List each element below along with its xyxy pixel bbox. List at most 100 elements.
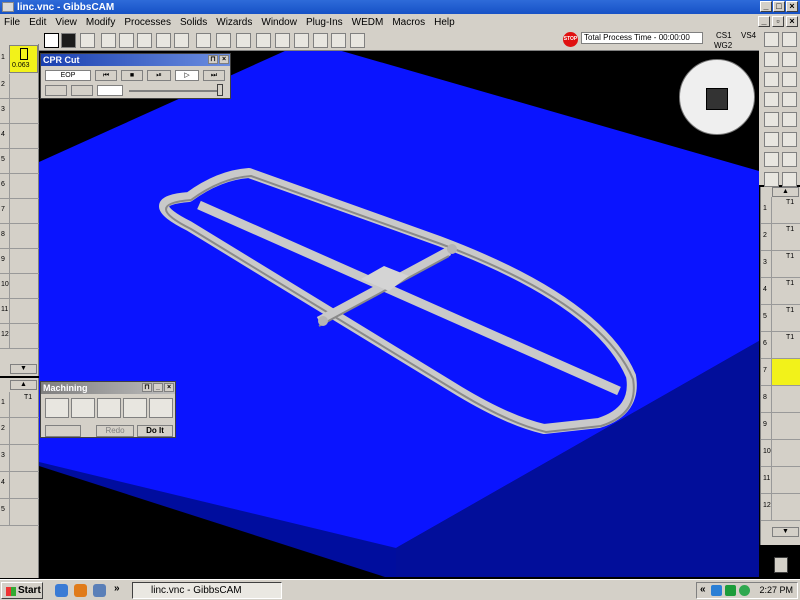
eop-button[interactable]: EOP	[45, 70, 91, 81]
menu-wedm[interactable]: WEDM	[348, 17, 389, 28]
copy-icon[interactable]	[782, 172, 797, 187]
ie-icon[interactable]	[55, 584, 68, 597]
shape-icon[interactable]	[764, 52, 779, 67]
part-view-icon[interactable]	[97, 85, 123, 96]
drill-process-icon[interactable]	[45, 398, 69, 418]
right-op-scroll-down-arrow[interactable]: ▼	[772, 527, 799, 537]
tool-path-icon[interactable]	[764, 72, 779, 87]
eye-icon[interactable]	[764, 112, 779, 127]
op-slot[interactable]: 3 T1	[761, 251, 800, 278]
tool-slot[interactable]: 12	[0, 324, 39, 349]
wg-icon[interactable]	[782, 32, 797, 47]
tool-slot[interactable]: 2	[0, 74, 39, 99]
tool-slot[interactable]: 3	[0, 99, 39, 124]
op-slot[interactable]: 3	[0, 445, 39, 472]
stock-icon[interactable]	[236, 33, 251, 48]
cpr-cut-title-bar[interactable]: CPR Cut ⊓ ×	[41, 54, 230, 66]
op-slot[interactable]: 8	[761, 386, 800, 413]
toolpath-icon[interactable]	[256, 33, 271, 48]
op-slot[interactable]: 11	[761, 467, 800, 494]
tool-1-slot[interactable]: 0.063	[9, 45, 38, 73]
do-it-button[interactable]: Do It	[137, 425, 173, 437]
machining-pin-button[interactable]: ⊓	[142, 383, 152, 392]
fixture-icon[interactable]	[216, 33, 231, 48]
op-slot[interactable]: 10	[761, 440, 800, 467]
tool-slot[interactable]: 4	[0, 124, 39, 149]
op-slot[interactable]: 12	[761, 494, 800, 521]
rough-process-icon[interactable]	[71, 398, 95, 418]
text-tool-icon[interactable]	[61, 33, 76, 48]
op-slot-selected[interactable]: 7	[761, 359, 800, 386]
speed-slider-handle[interactable]	[217, 84, 223, 96]
media-icon[interactable]	[93, 584, 106, 597]
op-slot[interactable]: 2 T1	[761, 224, 800, 251]
contour-process-icon[interactable]	[97, 398, 121, 418]
op-slot[interactable]: 1 T1	[0, 392, 39, 418]
op-slot[interactable]: 5	[0, 499, 39, 526]
security-icon[interactable]	[725, 585, 736, 596]
op-slot[interactable]: 1 T1	[761, 197, 800, 224]
chip-icon[interactable]	[764, 132, 779, 147]
tool-slot[interactable]: 6	[0, 174, 39, 199]
view-cube-icon[interactable]	[706, 88, 728, 110]
quicklaunch-more[interactable]: »	[114, 583, 120, 594]
op-slot[interactable]: 9	[761, 413, 800, 440]
slice-view-icon[interactable]	[45, 85, 67, 96]
redo-button[interactable]: Redo	[96, 425, 134, 437]
tool-slot[interactable]: 5	[0, 149, 39, 174]
menu-processes[interactable]: Processes	[120, 17, 176, 28]
menu-edit[interactable]: Edit	[25, 17, 51, 28]
network-icon[interactable]	[711, 585, 722, 596]
move-icon[interactable]	[313, 33, 328, 48]
process-list-icons[interactable]	[45, 425, 81, 437]
tool-slot[interactable]: 7	[0, 199, 39, 224]
step-icon[interactable]: ⏯	[147, 70, 171, 81]
grid-icon[interactable]	[782, 152, 797, 167]
op-slot[interactable]: 4 T1	[761, 278, 800, 305]
chart-icon[interactable]	[764, 152, 779, 167]
bucket-icon[interactable]	[764, 172, 779, 187]
help-pointer-icon[interactable]	[350, 33, 365, 48]
cpr-close-button[interactable]: ×	[219, 55, 229, 64]
op-list-scroll-up-arrow[interactable]: ▲	[10, 380, 37, 390]
tool-slot[interactable]: 11	[0, 299, 39, 324]
speed-slider[interactable]	[129, 90, 223, 92]
flow-icon[interactable]	[294, 33, 309, 48]
stock-view-icon[interactable]	[71, 85, 93, 96]
tool-slot[interactable]: 10	[0, 274, 39, 299]
solid-cube-icon[interactable]	[80, 33, 95, 48]
doc-restore-button[interactable]: ▫	[772, 16, 784, 27]
tool-list-scroll-down-arrow[interactable]: ▼	[10, 364, 37, 374]
start-button[interactable]: Start	[1, 582, 43, 599]
circle-icon[interactable]	[101, 33, 116, 48]
surface-process-icon[interactable]	[149, 398, 173, 418]
menu-file[interactable]: File	[0, 17, 25, 28]
machining-title-bar[interactable]: Machining ⊓ _ ×	[41, 382, 175, 394]
tool-slot[interactable]: 9	[0, 249, 39, 274]
print-icon[interactable]	[196, 33, 211, 48]
maximize-button[interactable]: □	[773, 1, 785, 12]
menu-help[interactable]: Help	[430, 17, 460, 28]
pointer-icon[interactable]	[331, 33, 346, 48]
view-orbit-widget[interactable]	[679, 59, 755, 135]
close-button[interactable]: ×	[786, 1, 798, 12]
menu-view[interactable]: View	[51, 17, 82, 28]
tray-expand-button[interactable]: «	[700, 584, 706, 595]
doc-close-button[interactable]: ×	[786, 16, 798, 27]
play-icon[interactable]: ▷	[175, 70, 199, 81]
stop-playback-icon[interactable]: ■	[121, 70, 143, 81]
select-tool-icon[interactable]	[44, 33, 59, 48]
new-document-icon[interactable]	[764, 32, 779, 47]
doc-minimize-button[interactable]: _	[758, 16, 770, 27]
status-icon[interactable]	[739, 585, 750, 596]
solid-icon[interactable]	[782, 112, 797, 127]
op-slot[interactable]: 2	[0, 418, 39, 445]
op-slot[interactable]: 5 T1	[761, 305, 800, 332]
cpr-pin-button[interactable]: ⊓	[208, 55, 218, 64]
fast-forward-icon[interactable]: ⏭	[203, 70, 225, 81]
menu-wizards[interactable]: Wizards	[212, 17, 257, 28]
taskbar-window-button[interactable]: linc.vnc - GibbsCAM	[132, 582, 282, 599]
diamond-icon[interactable]	[782, 72, 797, 87]
point-icon[interactable]	[119, 33, 134, 48]
layer-icon[interactable]	[764, 92, 779, 107]
